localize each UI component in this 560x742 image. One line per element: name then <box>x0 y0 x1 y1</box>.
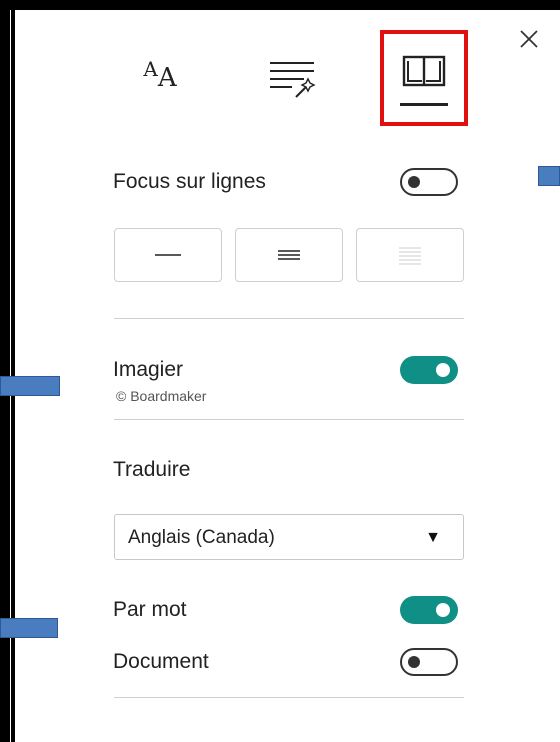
par-mot-toggle[interactable] <box>400 596 458 624</box>
book-icon <box>402 55 446 87</box>
five-lines-button[interactable] <box>356 228 464 282</box>
reader-panel: AA Focus sur lignes Imagier © Boardmaker… <box>0 0 560 742</box>
imagier-toggle[interactable] <box>400 356 458 384</box>
imagier-label: Imagier <box>113 358 184 381</box>
imagier-credit: © Boardmaker <box>116 388 207 404</box>
tab-reading-preferences[interactable] <box>380 30 468 126</box>
language-select[interactable]: Anglais (Canada) ▼ <box>114 514 464 560</box>
text-preferences-icon <box>270 62 316 98</box>
dropdown-arrow-icon: ▼ <box>425 529 441 546</box>
callout-marker <box>538 166 560 186</box>
text-size-icon: AA <box>143 57 177 93</box>
traduire-heading: Traduire <box>113 458 191 481</box>
focus-lines-toggle[interactable] <box>400 168 458 196</box>
one-line-button[interactable] <box>114 228 222 282</box>
document-toggle[interactable] <box>400 648 458 676</box>
frame-border-top <box>0 0 560 10</box>
focus-lines-label: Focus sur lignes <box>113 170 266 193</box>
three-lines-icon <box>278 250 300 260</box>
callout-marker <box>0 376 60 396</box>
selected-tab-indicator <box>400 103 448 106</box>
three-lines-button[interactable] <box>235 228 343 282</box>
divider <box>114 318 464 319</box>
five-lines-icon <box>399 247 421 265</box>
tab-text-preferences[interactable] <box>262 48 322 108</box>
one-line-icon <box>155 254 181 256</box>
divider <box>114 419 464 420</box>
language-select-value: Anglais (Canada) <box>128 527 275 548</box>
callout-marker <box>0 618 58 638</box>
tab-text-options[interactable]: AA <box>130 48 190 108</box>
divider <box>114 697 464 698</box>
document-label: Document <box>113 650 209 673</box>
par-mot-label: Par mot <box>113 598 187 621</box>
close-icon[interactable] <box>514 24 544 54</box>
